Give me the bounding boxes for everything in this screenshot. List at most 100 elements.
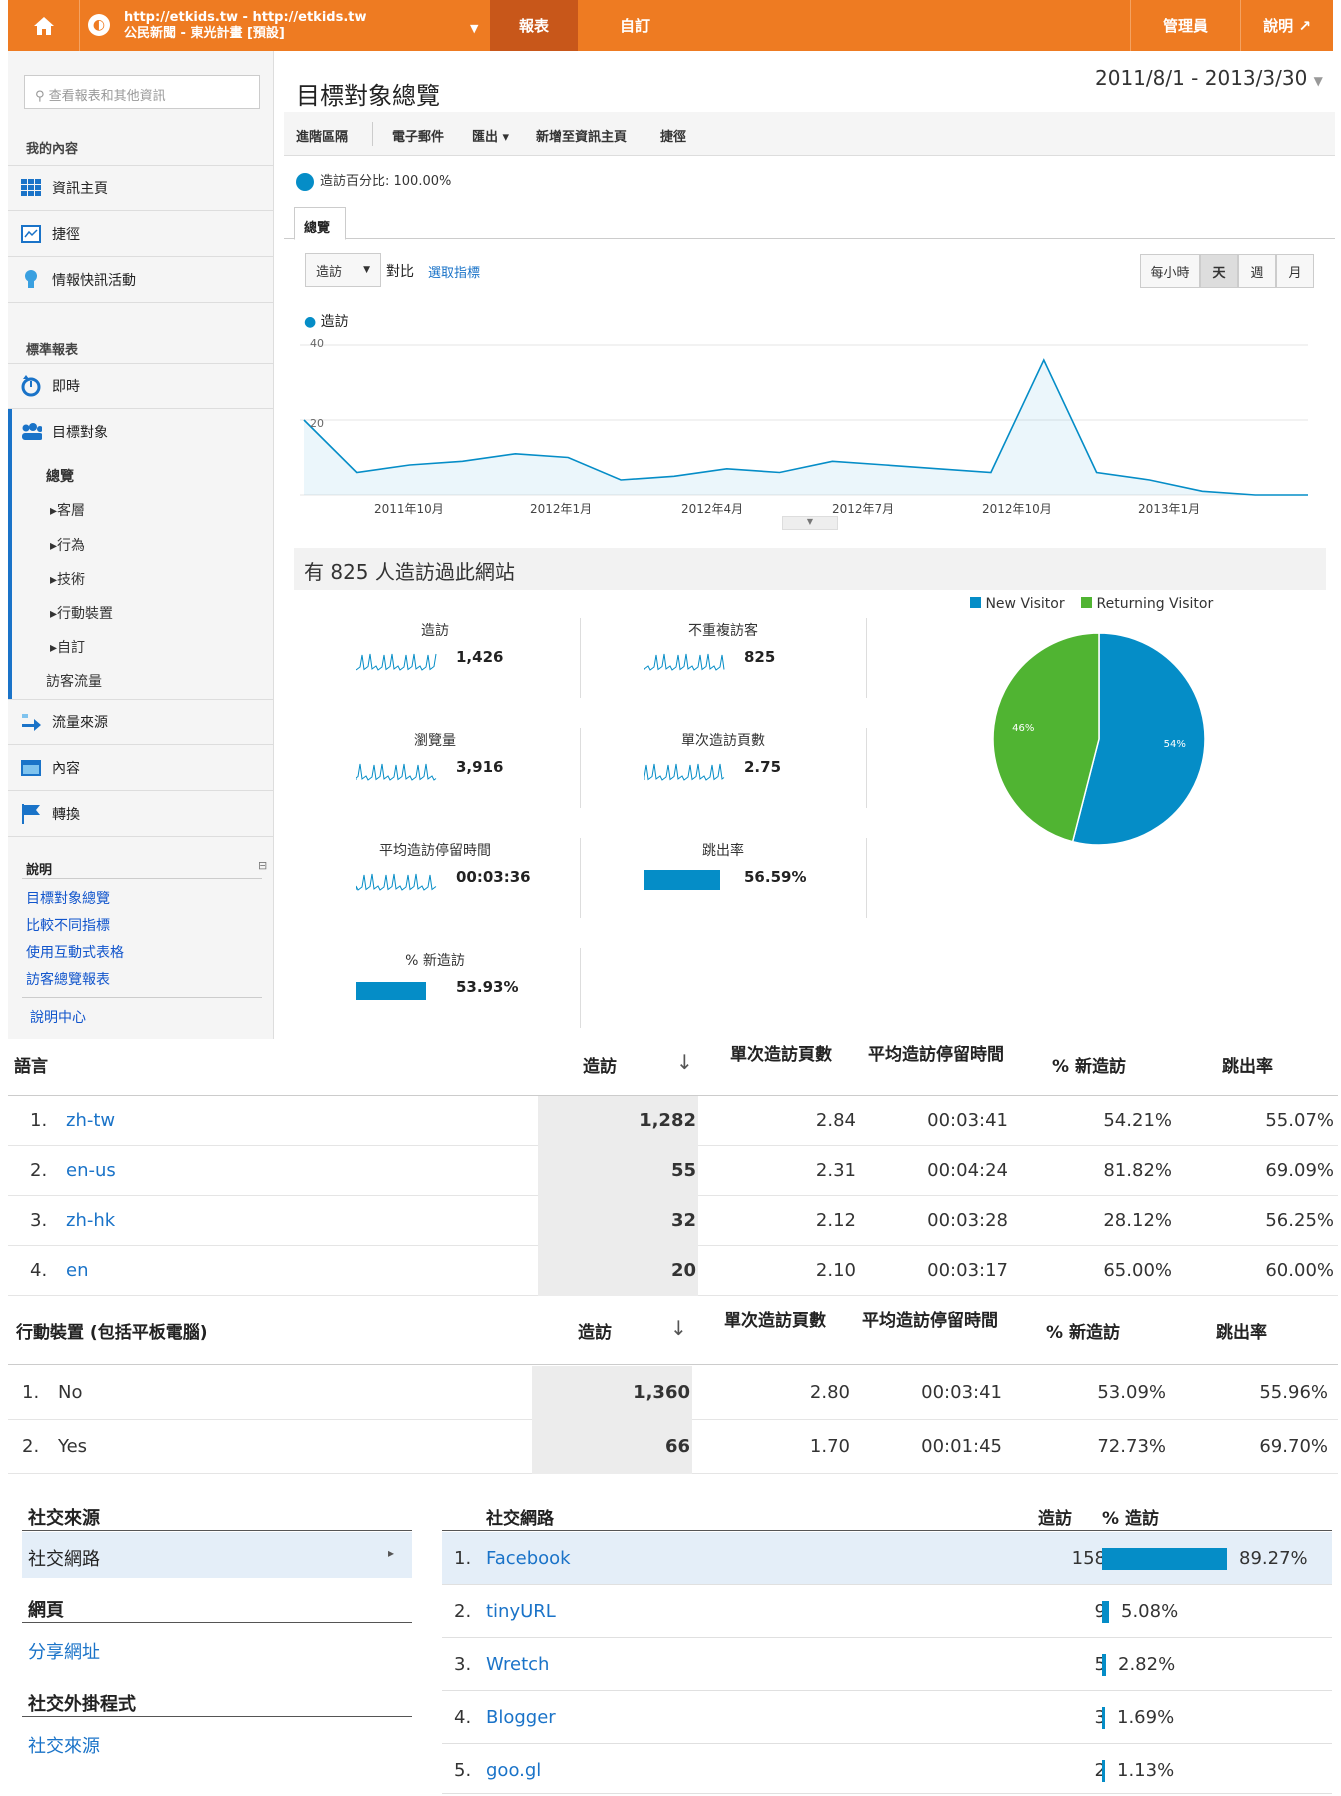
bounce-col-header[interactable]: 跳出率 [1216, 1318, 1267, 1343]
metric-bounce-rate[interactable]: 跳出率 56.59% [588, 830, 858, 912]
shortcut-button[interactable]: 捷徑 [660, 126, 686, 145]
sidebar-sub-visitor-flow[interactable]: 訪客流量 [46, 671, 102, 691]
metric-visits[interactable]: 造訪 1,426 [300, 610, 570, 692]
table-row[interactable]: 4. Blogger 3 1.69% [442, 1691, 1332, 1744]
x-tick-label: 2013年1月 [1138, 502, 1200, 516]
metric-pages-per-visit[interactable]: 單次造訪頁數 2.75 [588, 720, 858, 802]
row-number: 3. [454, 1654, 472, 1675]
sidebar-sub-custom[interactable]: ▸自訂 [50, 637, 85, 657]
sidebar-item-audience[interactable]: 目標對象 [8, 409, 274, 455]
sidebar-sub-demographics[interactable]: ▸客層 [50, 500, 85, 520]
tab-reports[interactable]: 報表 [490, 0, 578, 51]
table-row[interactable]: 1. zh-tw 1,282 2.84 00:03:41 54.21% 55.07% [8, 1096, 1338, 1146]
metric-pageviews[interactable]: 瀏覽量 3,916 [300, 720, 570, 802]
granularity-day[interactable]: 天 [1200, 254, 1238, 288]
admin-link[interactable]: 管理員 [1130, 0, 1240, 51]
granularity-month[interactable]: 月 [1276, 254, 1314, 288]
tab-custom[interactable]: 自訂 [588, 0, 682, 51]
chevron-down-icon[interactable]: ▼ [470, 22, 478, 35]
table-row[interactable]: 2. en-us 55 2.31 00:04:24 81.82% 69.09% [8, 1146, 1338, 1196]
bounce-col-header[interactable]: 跳出率 [1222, 1052, 1273, 1077]
pages-per-visit-col-header[interactable]: 單次造訪頁數 [726, 1040, 836, 1065]
social-network-item[interactable]: 社交網路 ▸ [22, 1532, 412, 1578]
date-range-picker[interactable]: 2011/8/1 - 2013/3/30 ▼ [1095, 66, 1323, 90]
row-social-link[interactable]: goo.gl [486, 1760, 541, 1781]
pct-visits-col-header[interactable]: % 造訪 [1102, 1504, 1159, 1529]
metric-unique-visitors[interactable]: 不重複訪客 825 [588, 610, 858, 692]
add-to-dashboard-button[interactable]: 新增至資訊主頁 [536, 126, 627, 145]
new-visits-col-header[interactable]: % 新造訪 [1046, 1318, 1120, 1343]
sort-down-icon[interactable]: ↓ [676, 1050, 693, 1074]
sidebar-sub-mobile[interactable]: ▸行動裝置 [50, 603, 113, 623]
granularity-hourly[interactable]: 每小時 [1140, 254, 1200, 288]
sidebar-sub-technology[interactable]: ▸技術 [50, 569, 85, 589]
metric-value: 53.93% [456, 978, 519, 996]
advanced-segments-button[interactable]: 進階區隔 [296, 126, 348, 145]
sidebar-item-conversions[interactable]: 轉換 [8, 791, 274, 837]
row-dimension-link[interactable]: en [66, 1260, 88, 1281]
visits-col-header[interactable]: 造訪 [1038, 1504, 1072, 1529]
row-social-link[interactable]: Blogger [486, 1707, 556, 1728]
tab-overview[interactable]: 總覽 [294, 207, 346, 240]
metric-new-visits[interactable]: % 新造訪 53.93% [300, 940, 570, 1022]
sidebar-sub-label: 行為 [57, 538, 86, 554]
sparkline [644, 870, 720, 890]
visits-col-header[interactable]: 造訪 [583, 1052, 617, 1077]
avg-duration-col-header[interactable]: 平均造訪停留時間 [860, 1306, 1000, 1331]
table-row[interactable]: 1. No 1,360 2.80 00:03:41 53.09% 55.96% [8, 1366, 1338, 1420]
row-dimension-link[interactable]: zh-tw [66, 1110, 115, 1131]
social-sources-link[interactable]: 社交來源 [28, 1732, 100, 1758]
search-icon: ⚲ [35, 89, 49, 104]
help-center-link[interactable]: 說明中心 [30, 1007, 86, 1027]
collapse-icon[interactable]: ⊟ [258, 859, 267, 872]
sidebar-item-realtime[interactable]: 即時 [8, 363, 274, 409]
metric-avg-duration[interactable]: 平均造訪停留時間 00:03:36 [300, 830, 570, 912]
chart-resize-handle[interactable]: ▼ [782, 516, 838, 530]
visits-col-header[interactable]: 造訪 [578, 1318, 612, 1343]
help-link[interactable]: 比較不同指標 [26, 915, 110, 935]
sidebar-item-traffic-sources[interactable]: 流量來源 [8, 699, 274, 745]
sidebar-item-intelligence[interactable]: 情報快訊活動 [8, 257, 274, 303]
export-button[interactable]: 匯出 ▾ [472, 126, 509, 145]
row-number: 2. [30, 1160, 48, 1181]
shared-urls-link[interactable]: 分享網址 [28, 1638, 100, 1664]
avg-duration-col-header[interactable]: 平均造訪停留時間 [866, 1040, 1006, 1065]
search-input[interactable]: ⚲ 查看報表和其他資訊 [24, 75, 260, 109]
help-link[interactable]: 訪客總覽報表 [26, 969, 110, 989]
pages-per-visit-col-header[interactable]: 單次造訪頁數 [720, 1306, 830, 1331]
help-link[interactable]: 說明 ↗ [1240, 0, 1333, 51]
table-row[interactable]: 2. tinyURL 9 5.08% [442, 1585, 1332, 1638]
sort-down-icon[interactable]: ↓ [670, 1316, 687, 1340]
row-avg-duration: 00:04:24 [927, 1160, 1008, 1181]
table-row[interactable]: 2. Yes 66 1.70 00:01:45 72.73% 69.70% [8, 1420, 1338, 1474]
row-visits: 20 [670, 1260, 696, 1281]
table-row[interactable]: 4. en 20 2.10 00:03:17 65.00% 60.00% [8, 1246, 1338, 1296]
help-link[interactable]: 使用互動式表格 [26, 942, 124, 962]
select-metric-link[interactable]: 選取指標 [428, 262, 480, 281]
sidebar-item-shortcuts[interactable]: 捷徑 [8, 211, 274, 257]
table-row[interactable]: 3. Wretch 5 2.82% [442, 1638, 1332, 1691]
metric-dropdown[interactable]: 造訪 ▼ [305, 253, 381, 287]
sidebar-item-label: 情報快訊活動 [52, 272, 136, 289]
row-visits: 1,360 [633, 1382, 690, 1403]
sidebar-sub-behavior[interactable]: ▸行為 [50, 535, 85, 555]
table-row[interactable]: 5. goo.gl 2 1.13% [442, 1744, 1332, 1794]
table-row[interactable]: 3. zh-hk 32 2.12 00:03:28 28.12% 56.25% [8, 1196, 1338, 1246]
account-selector[interactable]: http://etkids.tw - http://etkids.tw 公民新聞… [124, 10, 367, 42]
granularity-week[interactable]: 週 [1238, 254, 1276, 288]
pct-bar [1102, 1707, 1105, 1729]
sidebar-item-content[interactable]: 內容 [8, 745, 274, 791]
home-button[interactable] [8, 0, 80, 51]
email-button[interactable]: 電子郵件 [392, 126, 444, 145]
table-row[interactable]: 1. Facebook 158 89.27% [442, 1532, 1332, 1585]
row-social-link[interactable]: tinyURL [486, 1601, 556, 1622]
divider [580, 948, 581, 1028]
row-social-link[interactable]: Facebook [486, 1548, 571, 1569]
sidebar-sub-overview[interactable]: 總覽 [46, 466, 74, 486]
sidebar-item-dashboards[interactable]: 資訊主頁 [8, 165, 274, 211]
row-dimension-link[interactable]: en-us [66, 1160, 116, 1181]
row-dimension-link[interactable]: zh-hk [66, 1210, 115, 1231]
new-visits-col-header[interactable]: % 新造訪 [1052, 1052, 1126, 1077]
row-social-link[interactable]: Wretch [486, 1654, 549, 1675]
help-link[interactable]: 目標對象總覽 [26, 888, 110, 908]
